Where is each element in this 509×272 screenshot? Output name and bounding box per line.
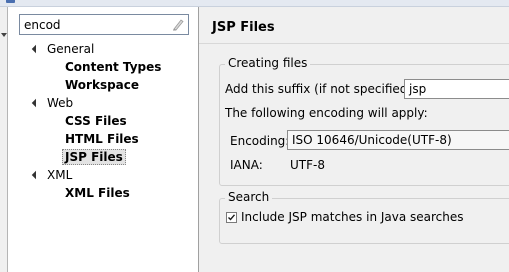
checkmark-icon [228, 214, 236, 221]
tree-item-workspace[interactable]: Workspace [65, 76, 139, 94]
suffix-label: Add this suffix (if not specified): [225, 82, 417, 96]
tree-item-css-files[interactable]: CSS Files [65, 112, 127, 130]
window-top-strip [0, 0, 509, 7]
dropdown-arrow-icon[interactable] [1, 33, 7, 37]
filter-input[interactable] [24, 17, 164, 32]
suffix-value: jsp [409, 82, 427, 96]
creating-files-group-label: Creating files [225, 56, 311, 70]
search-group-label: Search [225, 190, 273, 204]
tree-item-label: CSS Files [65, 114, 127, 128]
tree-item-label-selected: JSP Files [62, 149, 126, 165]
clear-filter-icon[interactable] [172, 18, 184, 31]
page-title: JSP Files [212, 20, 275, 35]
tree-item-label: HTML Files [65, 132, 139, 146]
filter-field[interactable] [19, 14, 189, 35]
encoding-note: The following encoding will apply: [225, 106, 428, 120]
tree-item-label: XML Files [65, 186, 130, 200]
tree-node-label: XML [47, 168, 73, 182]
tree-item-label: Content Types [65, 60, 162, 74]
encoding-label: Encoding: [230, 134, 290, 148]
tree-item-label: Workspace [65, 78, 140, 92]
tree-item-xml-files[interactable]: XML Files [65, 184, 130, 202]
app-icon [6, 0, 15, 3]
encoding-combo[interactable]: ISO 10646/Unicode(UTF-8) [287, 130, 509, 150]
include-jsp-checkbox[interactable] [226, 212, 237, 223]
iana-label: IANA: [230, 158, 263, 172]
tree-item-content-types[interactable]: Content Types [65, 58, 161, 76]
page-content: Creating files Add this suffix (if not s… [199, 44, 509, 272]
iana-value: UTF-8 [290, 158, 325, 172]
suffix-combo[interactable]: jsp [404, 79, 509, 99]
include-jsp-label[interactable]: Include JSP matches in Java searches [241, 210, 464, 224]
page-header: JSP Files [199, 7, 509, 44]
tree-item-jsp-files[interactable]: JSP Files [62, 148, 126, 166]
tree-node-label: General [47, 42, 95, 56]
tree-item-html-files[interactable]: HTML Files [65, 130, 139, 148]
encoding-value: ISO 10646/Unicode(UTF-8) [292, 133, 452, 147]
tree-node-label: Web [47, 96, 74, 110]
left-edge-bar [0, 7, 8, 272]
